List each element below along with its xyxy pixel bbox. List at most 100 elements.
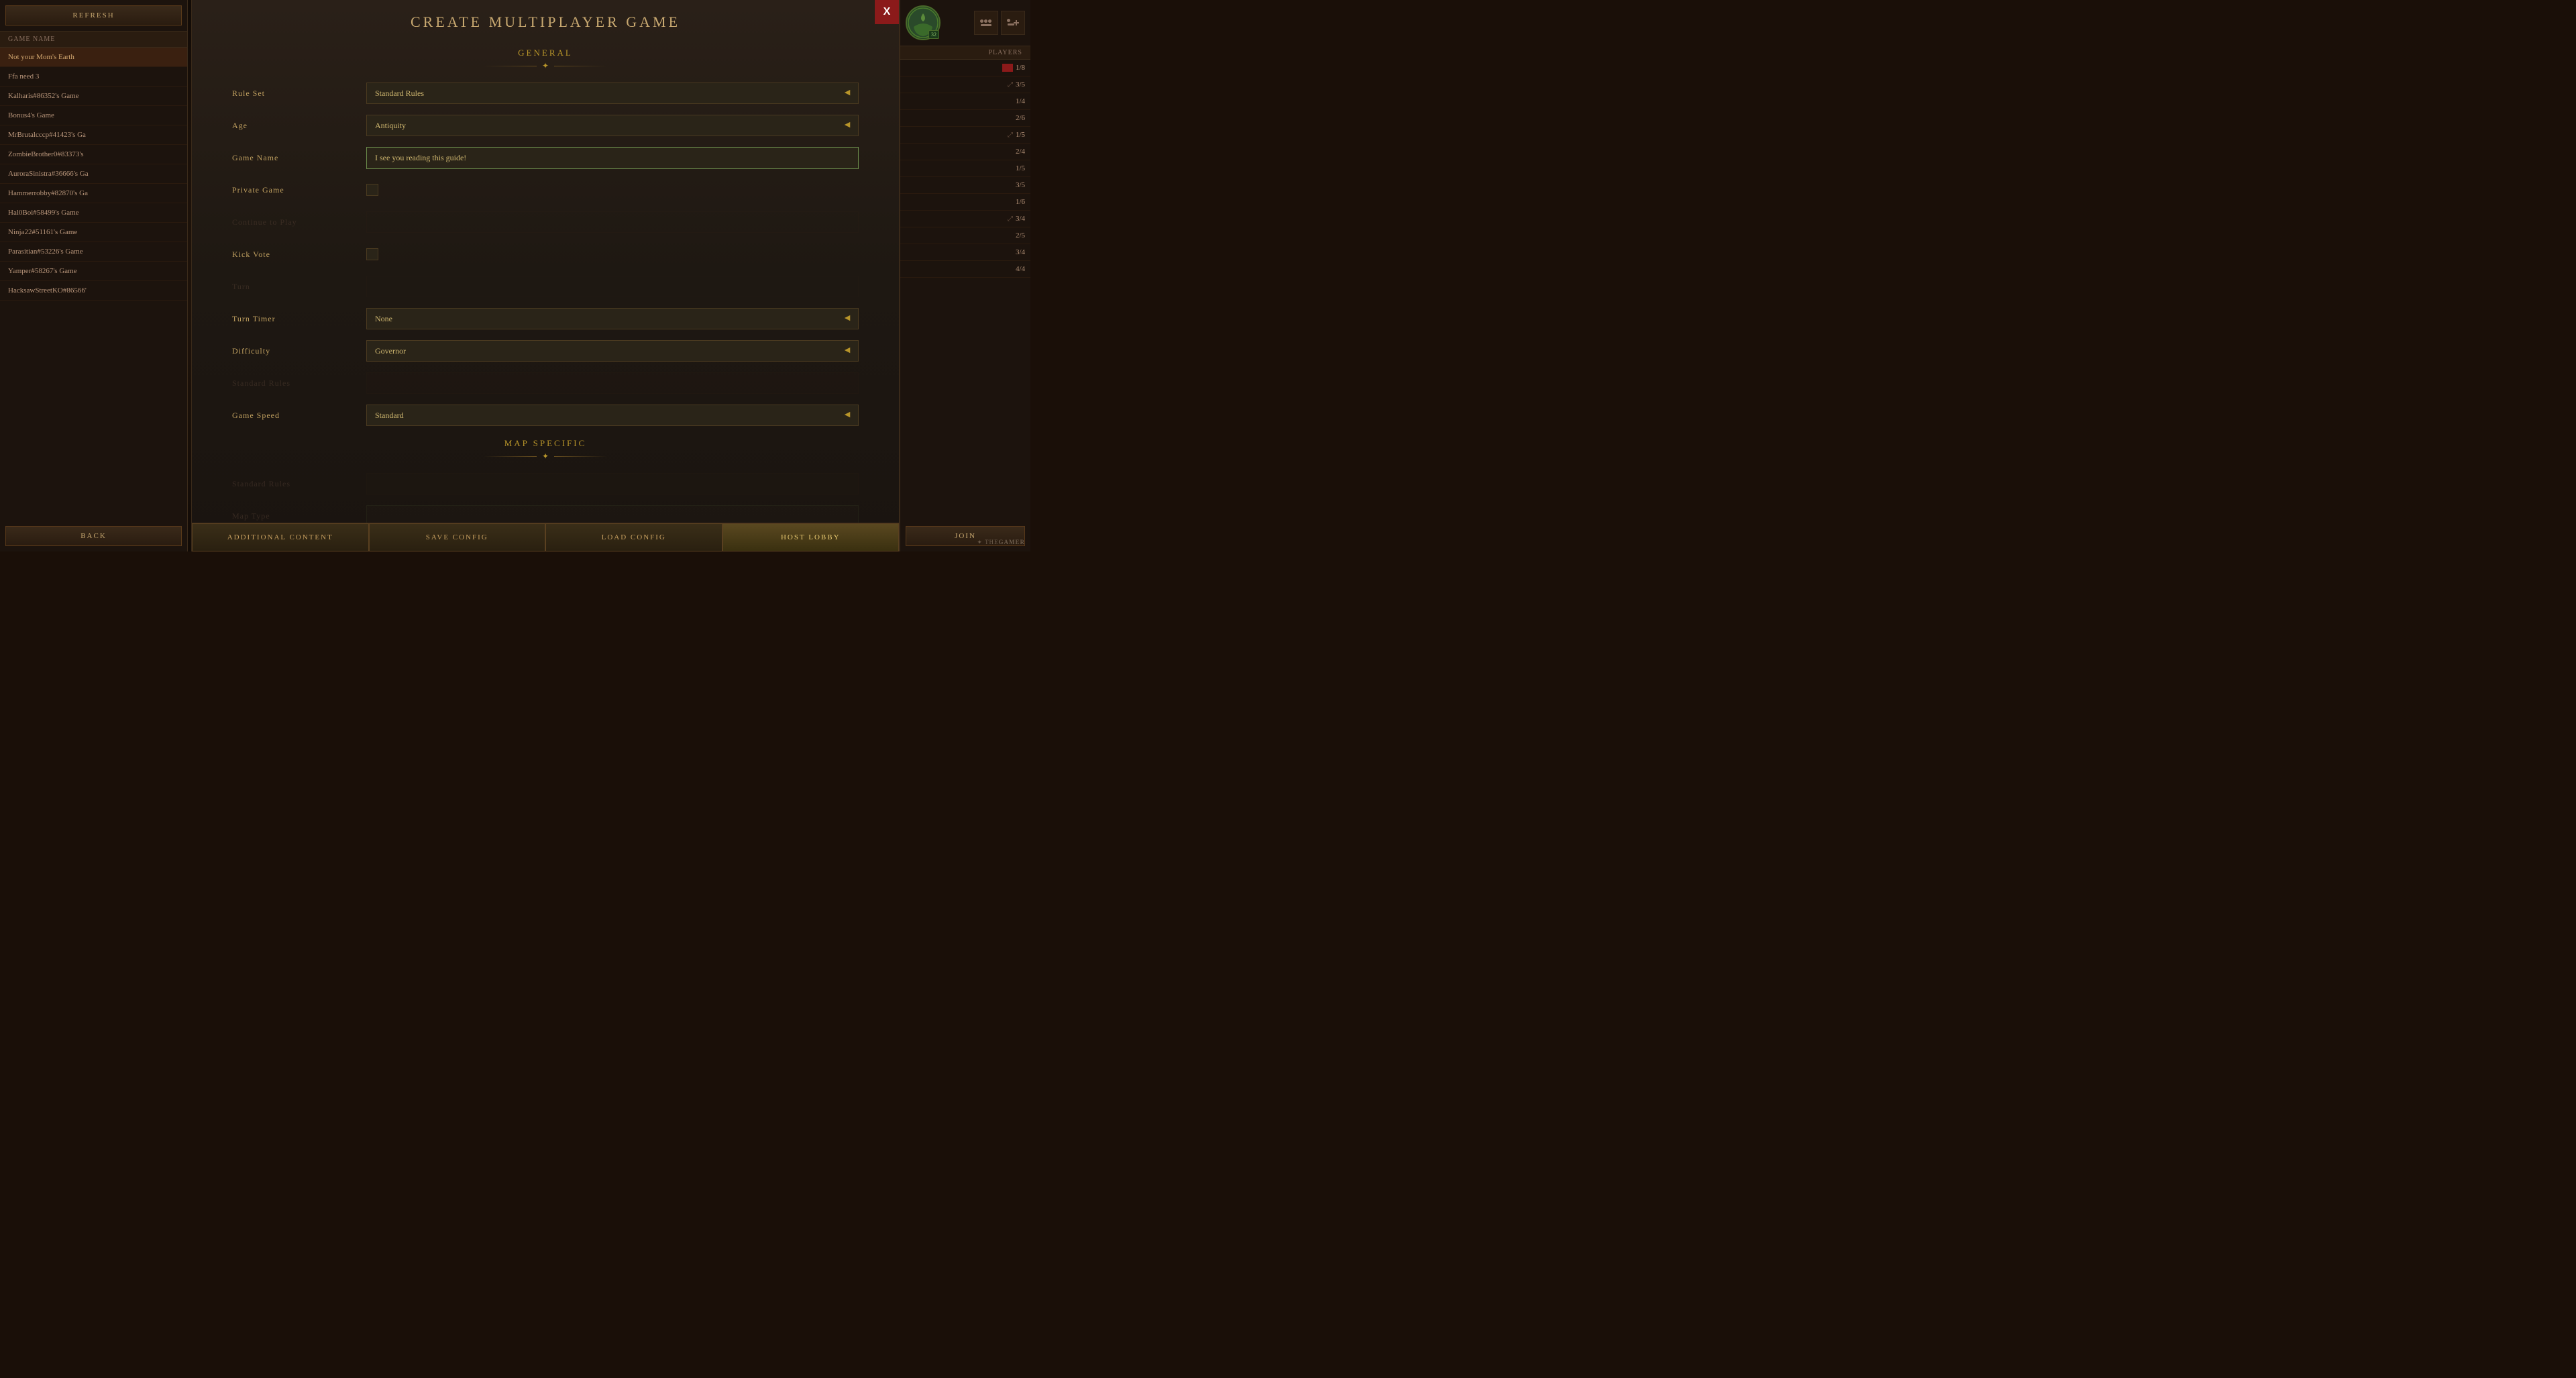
player-row-11: 3/4 — [900, 244, 1030, 261]
turn-timer-control: None ◄ — [366, 308, 859, 329]
map-divider-icon: ✦ — [542, 452, 549, 462]
map-blurred-label-2: Map Type — [232, 511, 366, 521]
sidebar-item-11[interactable]: Yamper#58267's Game — [0, 262, 187, 281]
divider-icon: ✦ — [542, 61, 549, 71]
game-speed-select[interactable]: Standard — [366, 405, 859, 426]
right-icons — [974, 11, 1025, 35]
sidebar-item-12[interactable]: HacksawStreetKO#86566' — [0, 281, 187, 301]
additional-content-button[interactable]: ADDITIONAL CONTENT — [192, 523, 369, 551]
right-top: 32 — [900, 0, 1030, 46]
player-row-9: ⤢3/4 — [900, 211, 1030, 227]
blurred-row-2: Turn — [232, 274, 859, 299]
kick-vote-control — [366, 248, 859, 260]
sidebar-item-10[interactable]: Parasitian#53226's Game — [0, 242, 187, 262]
game-speed-control: Standard ◄ — [366, 405, 859, 426]
player-count-10: 2/5 — [1016, 231, 1025, 240]
player-count-8: 1/6 — [1016, 198, 1025, 206]
sidebar-item-5[interactable]: ZombieBrother0#83373's — [0, 145, 187, 164]
add-player-icon-button[interactable] — [1001, 11, 1025, 35]
map-blurred-control-2 — [366, 505, 859, 523]
player-count-5: 2/4 — [1016, 148, 1025, 156]
game-list: Not your Mom's EarthFfa need 3Kalharis#8… — [0, 48, 187, 521]
blurred-label-1: Continue to Play — [232, 217, 366, 227]
map-blurred-control-1 — [366, 473, 859, 494]
private-game-control — [366, 184, 859, 196]
save-config-button[interactable]: SAVE CONFIG — [369, 523, 546, 551]
expand-icon-4: ⤢ — [1008, 131, 1013, 139]
blurred-label-3: Standard Rules — [232, 378, 366, 388]
player-row-1: ⤢3/5 — [900, 76, 1030, 93]
watermark: ✦ THEGAMER — [977, 539, 1025, 546]
game-name-row: Game Name — [232, 146, 859, 170]
host-lobby-button[interactable]: HOST LOBBY — [722, 523, 900, 551]
difficulty-label: Difficulty — [232, 346, 366, 356]
player-row-2: 1/4 — [900, 93, 1030, 110]
player-count-1: 3/5 — [1016, 81, 1025, 89]
rule-set-label: Rule Set — [232, 89, 366, 99]
sidebar-item-7[interactable]: Hammerrobby#82870's Ga — [0, 184, 187, 203]
player-row-3: 2/6 — [900, 110, 1030, 127]
player-count-2: 1/4 — [1016, 97, 1025, 105]
map-divider-left — [483, 456, 537, 457]
player-row-10: 2/5 — [900, 227, 1030, 244]
blurred-control-3 — [366, 372, 859, 394]
private-game-checkbox[interactable] — [366, 184, 378, 196]
difficulty-select[interactable]: Governor — [366, 340, 859, 362]
flag-icon-0 — [1002, 64, 1013, 72]
modal-footer: ADDITIONAL CONTENT SAVE CONFIG LOAD CONF… — [192, 523, 899, 551]
player-row-6: 1/5 — [900, 160, 1030, 177]
sidebar-item-6[interactable]: AuroraSinistra#36666's Ga — [0, 164, 187, 184]
age-label: Age — [232, 121, 366, 131]
age-control: Antiquity ◄ — [366, 115, 859, 136]
game-name-control — [366, 147, 859, 169]
rule-set-row: Rule Set Standard Rules ◄ — [232, 81, 859, 105]
rule-set-control: Standard Rules ◄ — [366, 83, 859, 104]
player-list: 1/8⤢3/51/42/6⤢1/52/41/53/51/6⤢3/42/53/44… — [900, 60, 1030, 521]
load-config-button[interactable]: LOAD CONFIG — [545, 523, 722, 551]
sidebar-item-8[interactable]: Hal0Boi#58499's Game — [0, 203, 187, 223]
map-divider-right — [554, 456, 608, 457]
game-list-sidebar: REFRESH GAME NAME Not your Mom's EarthFf… — [0, 0, 188, 551]
age-select[interactable]: Antiquity — [366, 115, 859, 136]
general-section-title: GENERAL — [232, 48, 859, 58]
avatar: 32 — [906, 5, 941, 40]
map-specific-divider: ✦ — [232, 452, 859, 462]
modal-title: CREATE MULTIPLAYER GAME — [192, 0, 899, 41]
right-panel: 32 PLAYERS — [900, 0, 1030, 551]
turn-timer-row: Turn Timer None ◄ — [232, 307, 859, 331]
age-row: Age Antiquity ◄ — [232, 113, 859, 138]
refresh-button[interactable]: REFRESH — [5, 5, 182, 25]
sidebar-item-4[interactable]: MrBrutalcccp#41423's Ga — [0, 125, 187, 145]
blurred-label-2: Turn — [232, 282, 366, 292]
sidebar-item-9[interactable]: Ninja22#51161's Game — [0, 223, 187, 242]
rule-set-select[interactable]: Standard Rules — [366, 83, 859, 104]
kick-vote-label: Kick Vote — [232, 250, 366, 260]
general-divider: ✦ — [232, 61, 859, 71]
sidebar-item-3[interactable]: Bonus4's Game — [0, 106, 187, 125]
sidebar-item-1[interactable]: Ffa need 3 — [0, 67, 187, 87]
player-count-12: 4/4 — [1016, 265, 1025, 273]
difficulty-control: Governor ◄ — [366, 340, 859, 362]
sidebar-item-2[interactable]: Kalharis#86352's Game — [0, 87, 187, 106]
kick-vote-checkbox[interactable] — [366, 248, 378, 260]
player-row-0: 1/8 — [900, 60, 1030, 76]
back-button[interactable]: BACK — [5, 526, 182, 546]
expand-icon-9: ⤢ — [1008, 215, 1013, 223]
turn-timer-select[interactable]: None — [366, 308, 859, 329]
sidebar-item-0[interactable]: Not your Mom's Earth — [0, 48, 187, 67]
game-name-input[interactable] — [366, 147, 859, 169]
map-specific-title: MAP SPECIFIC — [232, 438, 859, 449]
group-icon-button[interactable] — [974, 11, 998, 35]
game-name-label: Game Name — [232, 153, 366, 163]
player-row-5: 2/4 — [900, 144, 1030, 160]
create-game-modal: X CREATE MULTIPLAYER GAME GENERAL ✦ Rule… — [191, 0, 900, 551]
private-game-label: Private Game — [232, 185, 366, 195]
blurred-row-3: Standard Rules — [232, 371, 859, 395]
close-button[interactable]: X — [875, 0, 899, 24]
map-blurred-row-2: Map Type — [232, 504, 859, 523]
players-header: PLAYERS — [900, 46, 1030, 60]
expand-icon-1: ⤢ — [1008, 81, 1013, 89]
kick-vote-row: Kick Vote — [232, 242, 859, 266]
player-row-12: 4/4 — [900, 261, 1030, 278]
map-specific-section-header: MAP SPECIFIC ✦ — [232, 438, 859, 462]
